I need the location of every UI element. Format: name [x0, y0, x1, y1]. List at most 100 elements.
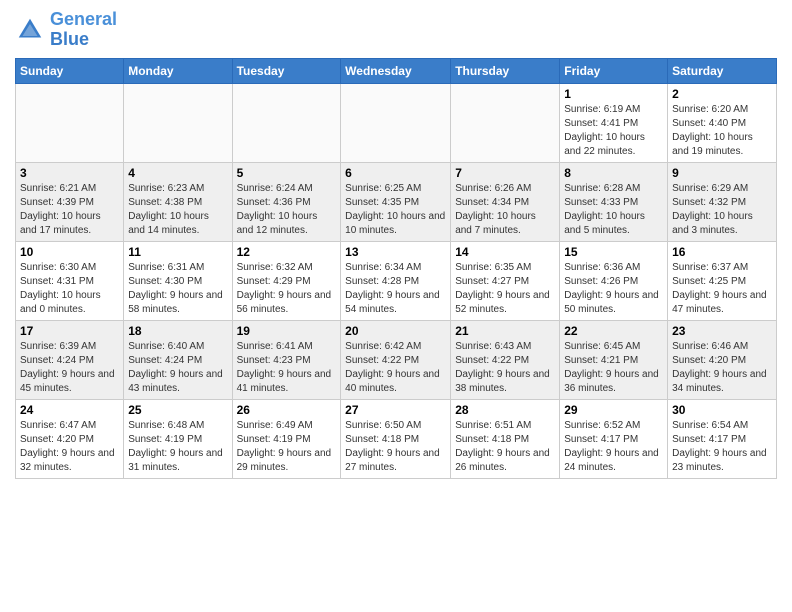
day-cell: 4 Sunrise: 6:23 AM Sunset: 4:38 PM Daylig… [124, 162, 232, 241]
day-cell [16, 83, 124, 162]
logo: General Blue [15, 10, 117, 50]
day-number: 25 [128, 403, 227, 417]
day-cell: 23 Sunrise: 6:46 AM Sunset: 4:20 PM Dayli… [668, 320, 777, 399]
day-info: Sunrise: 6:37 AM Sunset: 4:25 PM Dayligh… [672, 261, 772, 317]
day-cell: 22Sunrise: 6:45 AM Sunset: 4:21 PM Dayli… [560, 320, 668, 399]
day-info: Sunrise: 6:25 AM Sunset: 4:35 PM Dayligh… [345, 182, 446, 238]
day-info: Sunrise: 6:28 AM Sunset: 4:33 PM Dayligh… [564, 182, 663, 238]
day-info: Sunrise: 6:43 AM Sunset: 4:22 PM Dayligh… [455, 340, 555, 396]
day-info: Sunrise: 6:48 AM Sunset: 4:19 PM Dayligh… [128, 419, 227, 475]
day-number: 7 [455, 166, 555, 180]
day-number: 13 [345, 245, 446, 259]
day-info: Sunrise: 6:47 AM Sunset: 4:20 PM Dayligh… [20, 419, 119, 475]
day-number: 1 [564, 87, 663, 101]
day-number: 27 [345, 403, 446, 417]
day-number: 29 [564, 403, 663, 417]
day-info: Sunrise: 6:24 AM Sunset: 4:36 PM Dayligh… [237, 182, 337, 238]
day-cell: 19 Sunrise: 6:41 AM Sunset: 4:23 PM Dayli… [232, 320, 341, 399]
day-cell: 12Sunrise: 6:32 AM Sunset: 4:29 PM Dayli… [232, 241, 341, 320]
day-cell: 28 Sunrise: 6:51 AM Sunset: 4:18 PM Dayli… [451, 399, 560, 478]
day-cell: 6 Sunrise: 6:25 AM Sunset: 4:35 PM Daylig… [341, 162, 451, 241]
day-number: 23 [672, 324, 772, 338]
logo-icon [15, 15, 45, 45]
day-cell: 27 Sunrise: 6:50 AM Sunset: 4:18 PM Dayli… [341, 399, 451, 478]
day-info: Sunrise: 6:52 AM Sunset: 4:17 PM Dayligh… [564, 419, 663, 475]
week-row-2: 3 Sunrise: 6:21 AM Sunset: 4:39 PM Daylig… [16, 162, 777, 241]
day-cell [124, 83, 232, 162]
day-number: 8 [564, 166, 663, 180]
day-cell: 10Sunrise: 6:30 AM Sunset: 4:31 PM Dayli… [16, 241, 124, 320]
day-cell: 24 Sunrise: 6:47 AM Sunset: 4:20 PM Dayli… [16, 399, 124, 478]
calendar: SundayMondayTuesdayWednesdayThursdayFrid… [15, 58, 777, 479]
day-number: 2 [672, 87, 772, 101]
day-cell: 16 Sunrise: 6:37 AM Sunset: 4:25 PM Dayli… [668, 241, 777, 320]
week-row-4: 17 Sunrise: 6:39 AM Sunset: 4:24 PM Dayli… [16, 320, 777, 399]
header: General Blue [15, 10, 777, 50]
day-cell [232, 83, 341, 162]
day-info: Sunrise: 6:31 AM Sunset: 4:30 PM Dayligh… [128, 261, 227, 317]
day-number: 17 [20, 324, 119, 338]
day-info: Sunrise: 6:45 AM Sunset: 4:21 PM Dayligh… [564, 340, 663, 396]
weekday-header-wednesday: Wednesday [341, 58, 451, 83]
weekday-header-row: SundayMondayTuesdayWednesdayThursdayFrid… [16, 58, 777, 83]
day-cell: 14 Sunrise: 6:35 AM Sunset: 4:27 PM Dayli… [451, 241, 560, 320]
day-number: 24 [20, 403, 119, 417]
weekday-header-saturday: Saturday [668, 58, 777, 83]
page: General Blue SundayMondayTuesdayWednesda… [0, 0, 792, 612]
day-info: Sunrise: 6:41 AM Sunset: 4:23 PM Dayligh… [237, 340, 337, 396]
day-number: 5 [237, 166, 337, 180]
day-cell: 20Sunrise: 6:42 AM Sunset: 4:22 PM Dayli… [341, 320, 451, 399]
day-number: 28 [455, 403, 555, 417]
day-cell: 13Sunrise: 6:34 AM Sunset: 4:28 PM Dayli… [341, 241, 451, 320]
day-info: Sunrise: 6:39 AM Sunset: 4:24 PM Dayligh… [20, 340, 119, 396]
day-info: Sunrise: 6:36 AM Sunset: 4:26 PM Dayligh… [564, 261, 663, 317]
day-number: 19 [237, 324, 337, 338]
week-row-1: 1 Sunrise: 6:19 AM Sunset: 4:41 PM Daylig… [16, 83, 777, 162]
day-cell: 26 Sunrise: 6:49 AM Sunset: 4:19 PM Dayli… [232, 399, 341, 478]
day-info: Sunrise: 6:54 AM Sunset: 4:17 PM Dayligh… [672, 419, 772, 475]
day-number: 6 [345, 166, 446, 180]
day-cell: 18Sunrise: 6:40 AM Sunset: 4:24 PM Dayli… [124, 320, 232, 399]
day-cell: 7 Sunrise: 6:26 AM Sunset: 4:34 PM Daylig… [451, 162, 560, 241]
day-info: Sunrise: 6:23 AM Sunset: 4:38 PM Dayligh… [128, 182, 227, 238]
day-number: 4 [128, 166, 227, 180]
day-info: Sunrise: 6:20 AM Sunset: 4:40 PM Dayligh… [672, 103, 772, 159]
day-cell: 21 Sunrise: 6:43 AM Sunset: 4:22 PM Dayli… [451, 320, 560, 399]
day-number: 20 [345, 324, 446, 338]
day-cell [341, 83, 451, 162]
day-info: Sunrise: 6:26 AM Sunset: 4:34 PM Dayligh… [455, 182, 555, 238]
day-number: 30 [672, 403, 772, 417]
day-info: Sunrise: 6:50 AM Sunset: 4:18 PM Dayligh… [345, 419, 446, 475]
weekday-header-sunday: Sunday [16, 58, 124, 83]
day-cell [451, 83, 560, 162]
day-cell: 1 Sunrise: 6:19 AM Sunset: 4:41 PM Daylig… [560, 83, 668, 162]
day-number: 3 [20, 166, 119, 180]
day-info: Sunrise: 6:46 AM Sunset: 4:20 PM Dayligh… [672, 340, 772, 396]
day-info: Sunrise: 6:19 AM Sunset: 4:41 PM Dayligh… [564, 103, 663, 159]
day-cell: 15Sunrise: 6:36 AM Sunset: 4:26 PM Dayli… [560, 241, 668, 320]
day-info: Sunrise: 6:29 AM Sunset: 4:32 PM Dayligh… [672, 182, 772, 238]
day-number: 12 [237, 245, 337, 259]
day-cell: 11 Sunrise: 6:31 AM Sunset: 4:30 PM Dayli… [124, 241, 232, 320]
day-number: 11 [128, 245, 227, 259]
day-number: 14 [455, 245, 555, 259]
weekday-header-thursday: Thursday [451, 58, 560, 83]
day-number: 16 [672, 245, 772, 259]
logo-text: General Blue [50, 10, 117, 50]
day-number: 18 [128, 324, 227, 338]
day-info: Sunrise: 6:35 AM Sunset: 4:27 PM Dayligh… [455, 261, 555, 317]
day-cell: 3 Sunrise: 6:21 AM Sunset: 4:39 PM Daylig… [16, 162, 124, 241]
day-info: Sunrise: 6:49 AM Sunset: 4:19 PM Dayligh… [237, 419, 337, 475]
day-cell: 29 Sunrise: 6:52 AM Sunset: 4:17 PM Dayli… [560, 399, 668, 478]
day-info: Sunrise: 6:21 AM Sunset: 4:39 PM Dayligh… [20, 182, 119, 238]
day-cell: 5 Sunrise: 6:24 AM Sunset: 4:36 PM Daylig… [232, 162, 341, 241]
day-number: 9 [672, 166, 772, 180]
day-number: 26 [237, 403, 337, 417]
day-number: 10 [20, 245, 119, 259]
day-info: Sunrise: 6:51 AM Sunset: 4:18 PM Dayligh… [455, 419, 555, 475]
weekday-header-friday: Friday [560, 58, 668, 83]
day-cell: 8 Sunrise: 6:28 AM Sunset: 4:33 PM Daylig… [560, 162, 668, 241]
day-cell: 25 Sunrise: 6:48 AM Sunset: 4:19 PM Dayli… [124, 399, 232, 478]
day-cell: 30 Sunrise: 6:54 AM Sunset: 4:17 PM Dayli… [668, 399, 777, 478]
day-number: 21 [455, 324, 555, 338]
